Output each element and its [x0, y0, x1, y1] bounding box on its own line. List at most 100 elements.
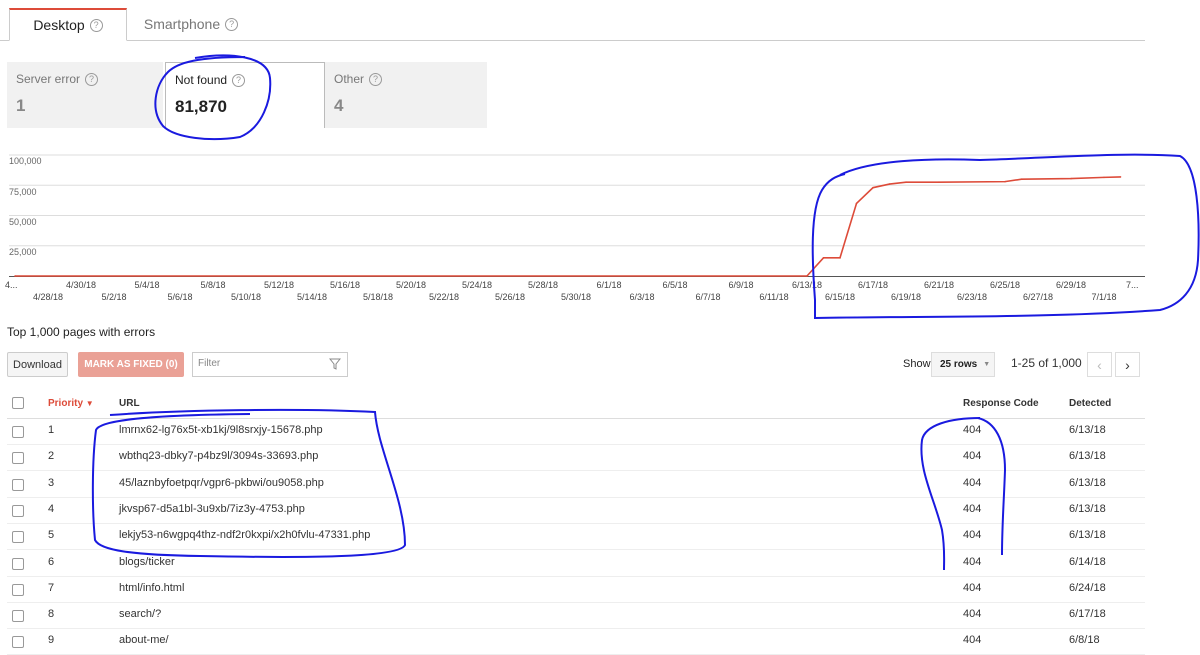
- chevron-left-icon: ‹: [1097, 356, 1102, 373]
- data-point: [888, 183, 891, 185]
- x-tick-label: 6/1/18: [596, 280, 622, 290]
- stat-other[interactable]: Other? 4: [325, 62, 487, 128]
- x-tick-label: 5/4/18: [134, 280, 160, 290]
- url-cell[interactable]: search/?: [119, 608, 161, 620]
- chevron-down-icon: ▼: [983, 361, 991, 368]
- help-icon[interactable]: ?: [369, 72, 383, 86]
- priority-cell: 1: [48, 424, 55, 436]
- row-checkbox[interactable]: [12, 583, 24, 596]
- data-point: [14, 275, 16, 277]
- url-cell[interactable]: wbthq23-dbky7-p4bz9l/3094s-33693.php: [119, 450, 318, 462]
- data-point: [905, 181, 907, 184]
- response-code-cell: 404: [963, 476, 982, 489]
- row-checkbox[interactable]: [12, 636, 24, 649]
- url-cell[interactable]: 45/laznbyfoetpqr/vgpr6-pkbwi/ou9058.php: [119, 477, 324, 489]
- help-icon[interactable]: ?: [85, 72, 99, 86]
- x-tick-label: 6/25/18: [989, 280, 1021, 290]
- chevron-right-icon: ›: [1125, 356, 1130, 373]
- pagination-info: 1-25 of 1,000: [1011, 356, 1082, 370]
- filter-icon[interactable]: [329, 358, 341, 370]
- x-tick-label: 5/24/18: [461, 280, 493, 290]
- row-checkbox[interactable]: [12, 610, 24, 623]
- response-code-cell: 404: [963, 502, 982, 515]
- x-tick-label: 5/20/18: [395, 280, 427, 290]
- download-button[interactable]: Download: [7, 352, 68, 377]
- rows-per-page-select[interactable]: 25 rows ▼: [931, 352, 995, 377]
- url-cell[interactable]: lmrnx62-lg76x5t-xb1kj/9l8srxjy-15678.php: [119, 424, 323, 436]
- select-all-checkbox[interactable]: [12, 397, 24, 409]
- stat-not-found[interactable]: Not found? 81,870: [165, 62, 325, 128]
- x-tick-label: 5/12/18: [263, 280, 295, 290]
- x-tick-label: 5/30/18: [560, 292, 592, 302]
- response-code-cell: 404: [963, 529, 982, 542]
- help-icon[interactable]: ?: [89, 18, 103, 32]
- stat-server-error[interactable]: Server error? 1: [7, 62, 163, 128]
- data-point: [872, 186, 874, 189]
- detected-header[interactable]: Detected: [1069, 398, 1111, 409]
- mark-as-fixed-button[interactable]: MARK AS FIXED (0): [78, 352, 184, 377]
- row-checkbox[interactable]: [12, 426, 24, 438]
- priority-cell: 5: [48, 529, 55, 542]
- x-tick-label: 4/30/18: [65, 280, 97, 290]
- detected-cell: 6/24/18: [1069, 581, 1106, 594]
- x-tick-label: 6/27/18: [1022, 292, 1054, 302]
- stat-label: Other: [334, 72, 365, 86]
- show-label: Show: [903, 358, 931, 370]
- x-tick-label: 5/26/18: [494, 292, 526, 302]
- x-tick-label: 5/6/18: [167, 292, 193, 302]
- table-caption: Top 1,000 pages with errors: [7, 325, 156, 339]
- x-tick-label: 5/16/18: [329, 280, 361, 290]
- detected-cell: 6/8/18: [1069, 634, 1100, 647]
- priority-cell: 8: [48, 608, 55, 621]
- tab-smartphone-label: Smartphone: [143, 16, 221, 32]
- stat-label: Not found: [175, 73, 228, 87]
- filter-input[interactable]: Filter: [192, 352, 348, 377]
- row-checkbox[interactable]: [12, 557, 24, 570]
- priority-cell: 3: [48, 476, 55, 489]
- x-tick-label-truncated: 4...: [5, 280, 18, 290]
- priority-cell: 9: [48, 634, 55, 647]
- data-point: [938, 181, 940, 184]
- data-point: [1020, 178, 1023, 180]
- data-point: [1004, 180, 1006, 183]
- data-point: [822, 257, 825, 259]
- row-checkbox[interactable]: [12, 504, 24, 517]
- row-checkbox[interactable]: [12, 531, 24, 544]
- x-tick-label: 6/15/18: [824, 292, 856, 302]
- priority-header[interactable]: Priority ▼: [48, 398, 94, 409]
- x-tick-label: 6/13/18: [791, 280, 823, 290]
- detected-cell: 6/13/18: [1069, 424, 1106, 436]
- prev-page-button[interactable]: ‹: [1087, 352, 1112, 377]
- data-point: [806, 275, 808, 277]
- response-code-cell: 404: [963, 581, 982, 594]
- tab-smartphone[interactable]: Smartphone?: [131, 8, 251, 40]
- x-tick-label: 6/21/18: [923, 280, 955, 290]
- url-cell[interactable]: blogs/ticker: [119, 556, 175, 568]
- data-point: [855, 202, 858, 205]
- next-page-button[interactable]: ›: [1115, 352, 1140, 377]
- row-checkbox[interactable]: [12, 478, 24, 491]
- response-code-header[interactable]: Response Code: [963, 398, 1039, 409]
- sort-desc-icon: ▼: [85, 399, 94, 408]
- x-tick-label: 6/11/18: [759, 292, 789, 302]
- priority-cell: 6: [48, 555, 55, 568]
- help-icon[interactable]: ?: [232, 73, 246, 87]
- row-checkbox[interactable]: [12, 452, 24, 465]
- url-header[interactable]: URL: [119, 398, 140, 409]
- x-tick-label: 5/10/18: [230, 292, 262, 302]
- response-code-cell: 404: [963, 608, 982, 621]
- detected-cell: 6/13/18: [1069, 450, 1106, 463]
- url-cell[interactable]: jkvsp67-d5a1bl-3u9xb/7iz3y-4753.php: [119, 503, 305, 515]
- url-cell[interactable]: lekjy53-n6wgpq4thz-ndf2r0kxpi/x2h0fvlu-4…: [119, 529, 370, 541]
- help-icon[interactable]: ?: [225, 17, 239, 31]
- x-tick-label: 5/2/18: [101, 292, 127, 302]
- detected-cell: 6/13/18: [1069, 476, 1106, 489]
- detected-cell: 6/14/18: [1069, 555, 1106, 568]
- rows-select-value: 25 rows: [940, 359, 978, 370]
- response-code-cell: 404: [963, 634, 982, 647]
- url-cell[interactable]: about-me/: [119, 634, 169, 646]
- x-tick-label: 6/3/18: [629, 292, 655, 302]
- x-tick-label: 4/28/18: [32, 292, 64, 302]
- url-cell[interactable]: html/info.html: [119, 582, 184, 594]
- tab-desktop[interactable]: Desktop?: [9, 8, 127, 41]
